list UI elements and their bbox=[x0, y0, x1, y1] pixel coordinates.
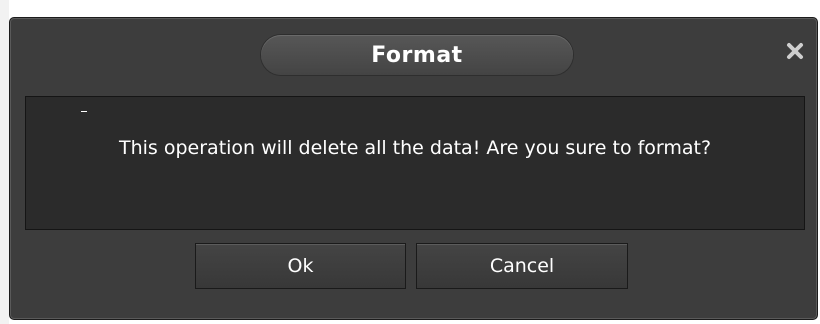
confirmation-message: This operation will delete all the data!… bbox=[119, 137, 712, 159]
cancel-button[interactable]: Cancel bbox=[416, 243, 628, 289]
decorative-tick bbox=[81, 111, 87, 112]
format-dialog: Format This operation will delete all th… bbox=[9, 17, 818, 320]
dialog-title-bar: Format bbox=[261, 35, 573, 75]
close-button[interactable] bbox=[782, 38, 808, 64]
dialog-title: Format bbox=[371, 42, 463, 68]
ok-button[interactable]: Ok bbox=[195, 243, 406, 289]
underlying-window-edge bbox=[0, 0, 9, 324]
message-panel: This operation will delete all the data!… bbox=[25, 96, 805, 230]
close-icon bbox=[787, 43, 803, 59]
